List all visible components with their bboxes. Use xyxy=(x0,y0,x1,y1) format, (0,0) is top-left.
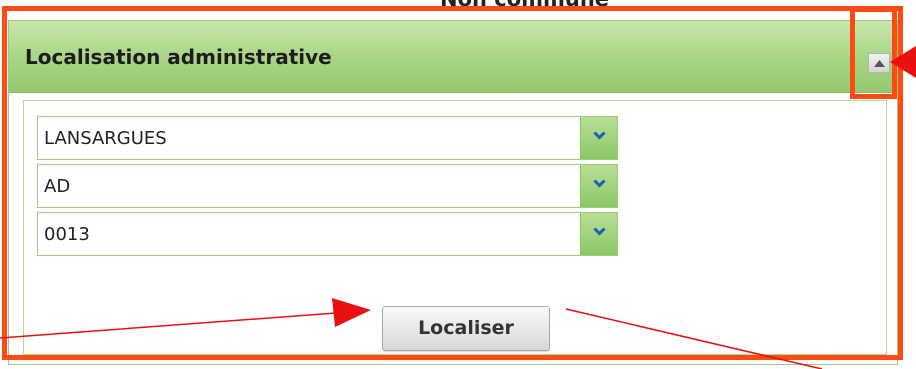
annotation-frame xyxy=(2,6,903,360)
annotation-highlight-box xyxy=(850,7,897,99)
